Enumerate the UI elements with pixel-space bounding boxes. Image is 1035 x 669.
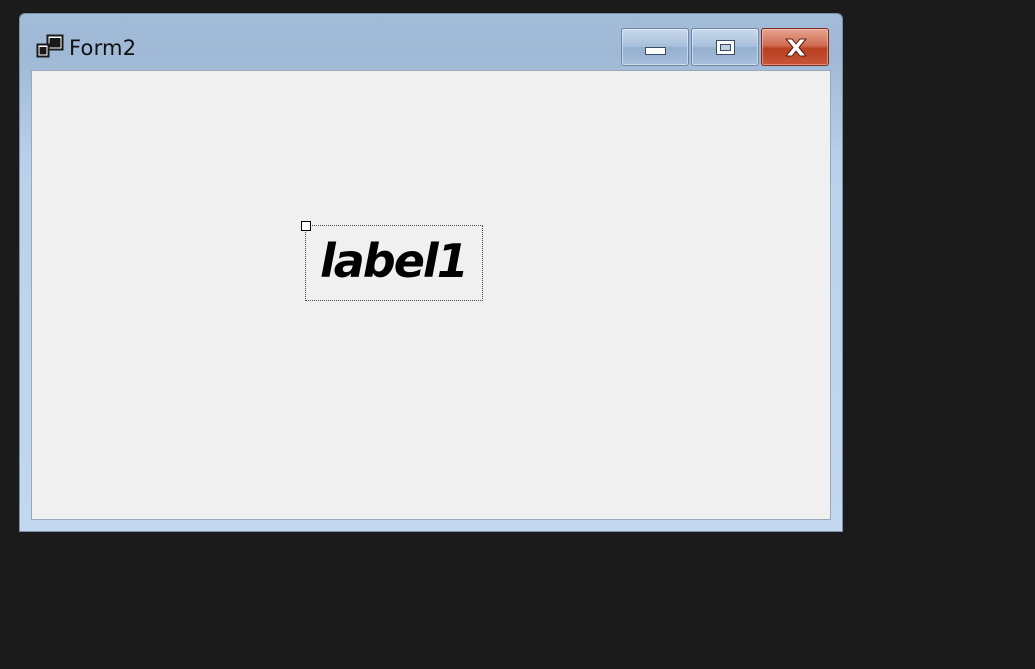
close-button[interactable] bbox=[761, 28, 829, 66]
restore-icon bbox=[716, 40, 735, 55]
form-client-area[interactable]: label1 bbox=[31, 70, 831, 520]
form-window-icon[interactable] bbox=[36, 34, 64, 60]
minimize-button[interactable] bbox=[621, 28, 689, 66]
label1-text: label1 bbox=[320, 234, 469, 288]
move-grab-handle[interactable] bbox=[301, 221, 311, 231]
form-window[interactable]: Form2 label1 bbox=[19, 13, 843, 532]
window-title-bar[interactable]: Form2 bbox=[20, 14, 842, 70]
restore-button[interactable] bbox=[691, 28, 759, 66]
label1-control[interactable]: label1 bbox=[301, 221, 483, 301]
minimize-icon bbox=[645, 47, 666, 55]
window-title: Form2 bbox=[69, 36, 137, 60]
close-icon bbox=[785, 38, 807, 57]
